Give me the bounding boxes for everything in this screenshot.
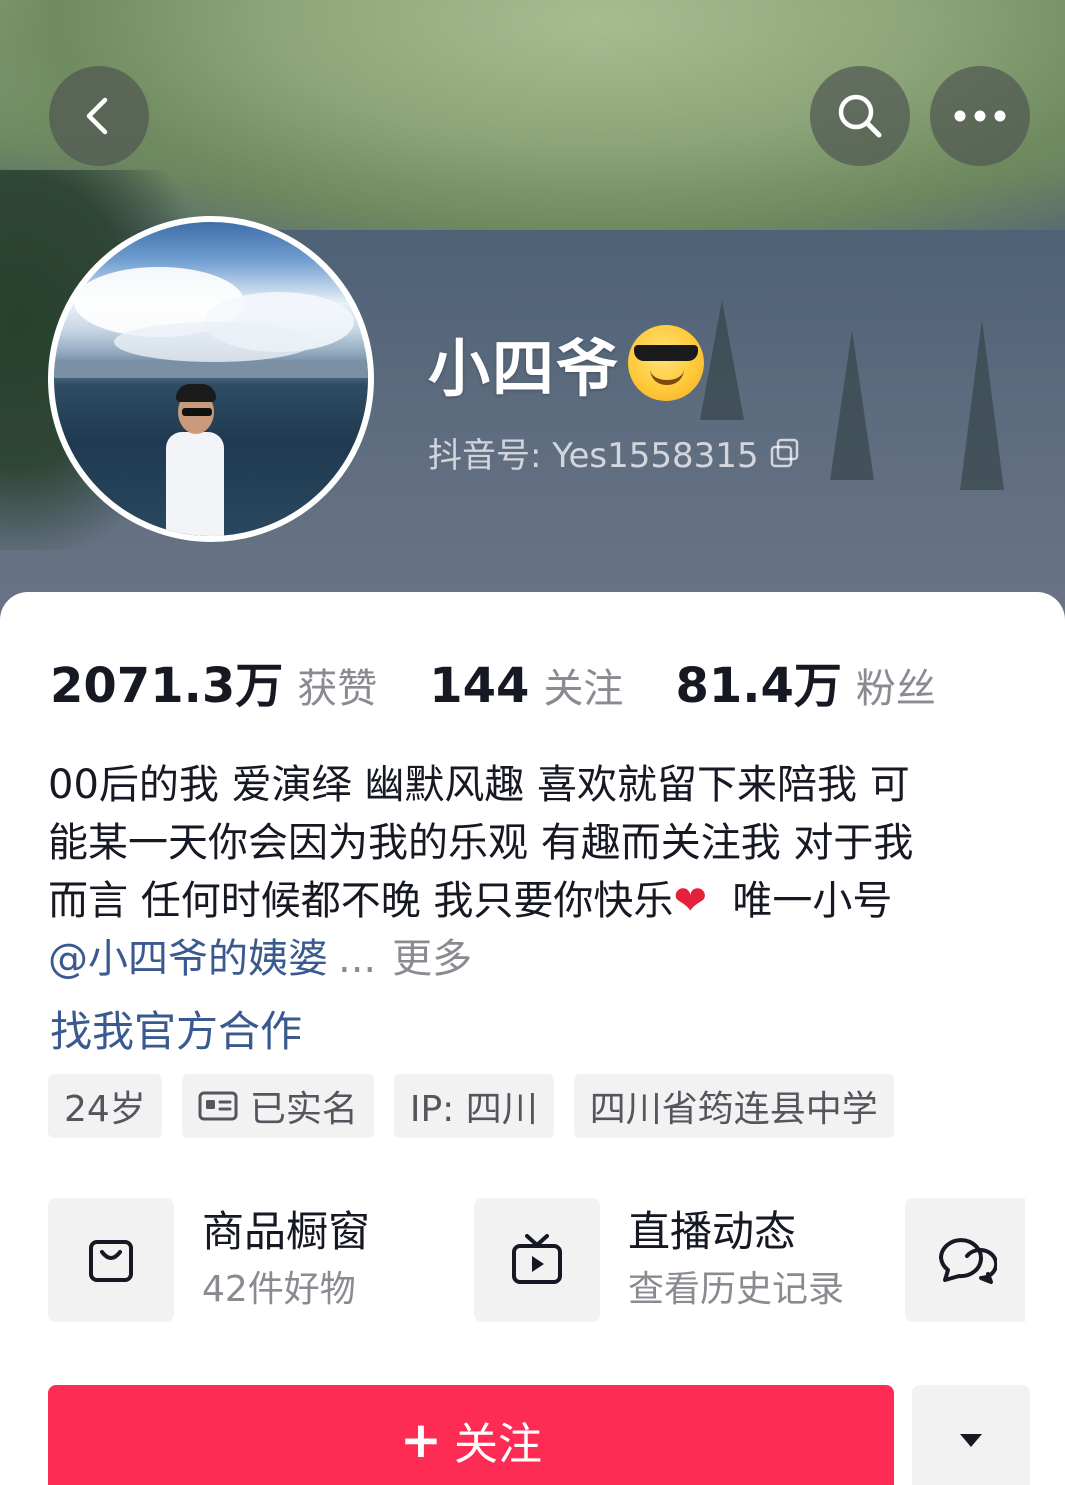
chat-bubbles-icon [939,1238,997,1284]
avatar-person-glasses [182,408,212,416]
tag-ip-label: IP: 四川 [409,1089,538,1130]
official-cooperation-link[interactable]: 找我官方合作 [50,998,302,1059]
id-card-icon [198,1091,238,1121]
entry-text: 直播动态 查看历史记录 [628,1205,900,1315]
tv-play-icon [512,1234,562,1284]
bio-text: 而言 任何时候都不晚 我只要你快乐 [48,878,674,924]
tag-ip: IP: 四川 [393,1074,554,1138]
profile-name-area: 小四爷 抖音号: Yes1558315 [428,318,801,477]
entry-chat-group[interactable] [905,1198,1025,1322]
caret-down-icon [960,1434,982,1447]
bio-line: 而言 任何时候都不晚 我只要你快乐❤ 唯一小号 [48,872,1023,930]
avatar-person-hair [176,384,216,402]
bio-more-link[interactable]: 更多 [392,930,472,988]
entry-icon-box [48,1198,174,1322]
entry-subtitle: 42件好物 [202,1269,356,1310]
following-label: 关注 [543,666,624,712]
entry-subtitle: 查看历史记录 [628,1269,845,1310]
chevron-left-icon [86,97,108,135]
profile-card: 2071.3万 获赞 144 关注 81.4万 粉丝 00后的我 爱演绎 幽默风… [0,592,1065,1485]
copy-icon[interactable] [769,437,801,469]
following-count: 144 [429,658,530,714]
bio-ellipsis: ... [338,936,377,982]
tag-verified-label: 已实名 [249,1089,358,1130]
tag-verified: 已实名 [181,1074,374,1138]
avatar-horizon [54,362,368,378]
tag-school[interactable]: 四川省筠连县中学 [573,1074,894,1138]
followers-count: 81.4万 [675,658,842,714]
avatar-person [166,432,224,536]
stat-following[interactable]: 144 关注 [429,656,623,714]
douyin-id-row[interactable]: 抖音号: Yes1558315 [428,428,801,477]
tag-school-label: 四川省筠连县中学 [589,1089,878,1130]
more-options-button[interactable] [930,66,1030,166]
profile-tags: 24岁 已实名 IP: 四川 四川省筠连县中学 [48,1074,914,1138]
recommend-dropdown-button[interactable] [912,1385,1030,1485]
feature-entries: 商品橱窗 42件好物 直播动态 查看历史记录 [48,1198,900,1322]
tag-age-label: 24岁 [64,1089,146,1130]
avatar[interactable] [48,216,374,542]
search-icon [838,94,882,138]
sunglasses-emoji-icon [628,325,705,401]
followers-label: 粉丝 [855,666,936,712]
nickname: 小四爷 [428,332,621,405]
back-button[interactable] [49,66,149,166]
stat-followers[interactable]: 81.4万 粉丝 [675,646,935,716]
avatar-cloud [114,322,314,362]
mention-link[interactable]: @小四爷的姨婆 [48,930,328,988]
bio-text: 唯一小号 [706,878,893,924]
entry-text: 商品橱窗 42件好物 [202,1205,474,1315]
entry-shop-window[interactable]: 商品橱窗 42件好物 [48,1198,474,1322]
shopping-bag-icon [89,1240,133,1282]
entry-icon-box [474,1198,600,1322]
heart-icon: ❤ [673,878,707,924]
follow-button-label: 关注 [453,1419,542,1470]
more-dots-icon [954,110,1006,122]
entry-live-history[interactable]: 直播动态 查看历史记录 [474,1198,900,1322]
plus-icon: + [400,1411,442,1469]
likes-count: 2071.3万 [50,658,284,714]
entry-title: 商品橱窗 [202,1207,371,1256]
bio-line: 能某一天你会因为我的乐观 有趣而关注我 对于我 [48,820,914,866]
entry-title: 直播动态 [628,1207,797,1256]
bio-line: @小四爷的姨婆 ... 更多 [48,930,1023,988]
bio: 00后的我 爱演绎 幽默风趣 喜欢就留下来陪我 可 能某一天你会因为我的乐观 有… [48,756,1023,988]
search-button[interactable] [810,66,910,166]
stat-likes[interactable]: 2071.3万 获赞 [50,646,377,716]
bio-line: 00后的我 爱演绎 幽默风趣 喜欢就留下来陪我 可 [48,762,910,808]
stats-row: 2071.3万 获赞 144 关注 81.4万 粉丝 [50,646,988,716]
follow-button[interactable]: + 关注 [48,1385,894,1485]
cover-tree [830,330,874,480]
douyin-id: 抖音号: Yes1558315 [428,436,759,476]
nickname-row: 小四爷 [428,318,801,408]
cover-tree [960,320,1004,490]
tag-age: 24岁 [48,1074,162,1138]
likes-label: 获赞 [297,666,378,712]
